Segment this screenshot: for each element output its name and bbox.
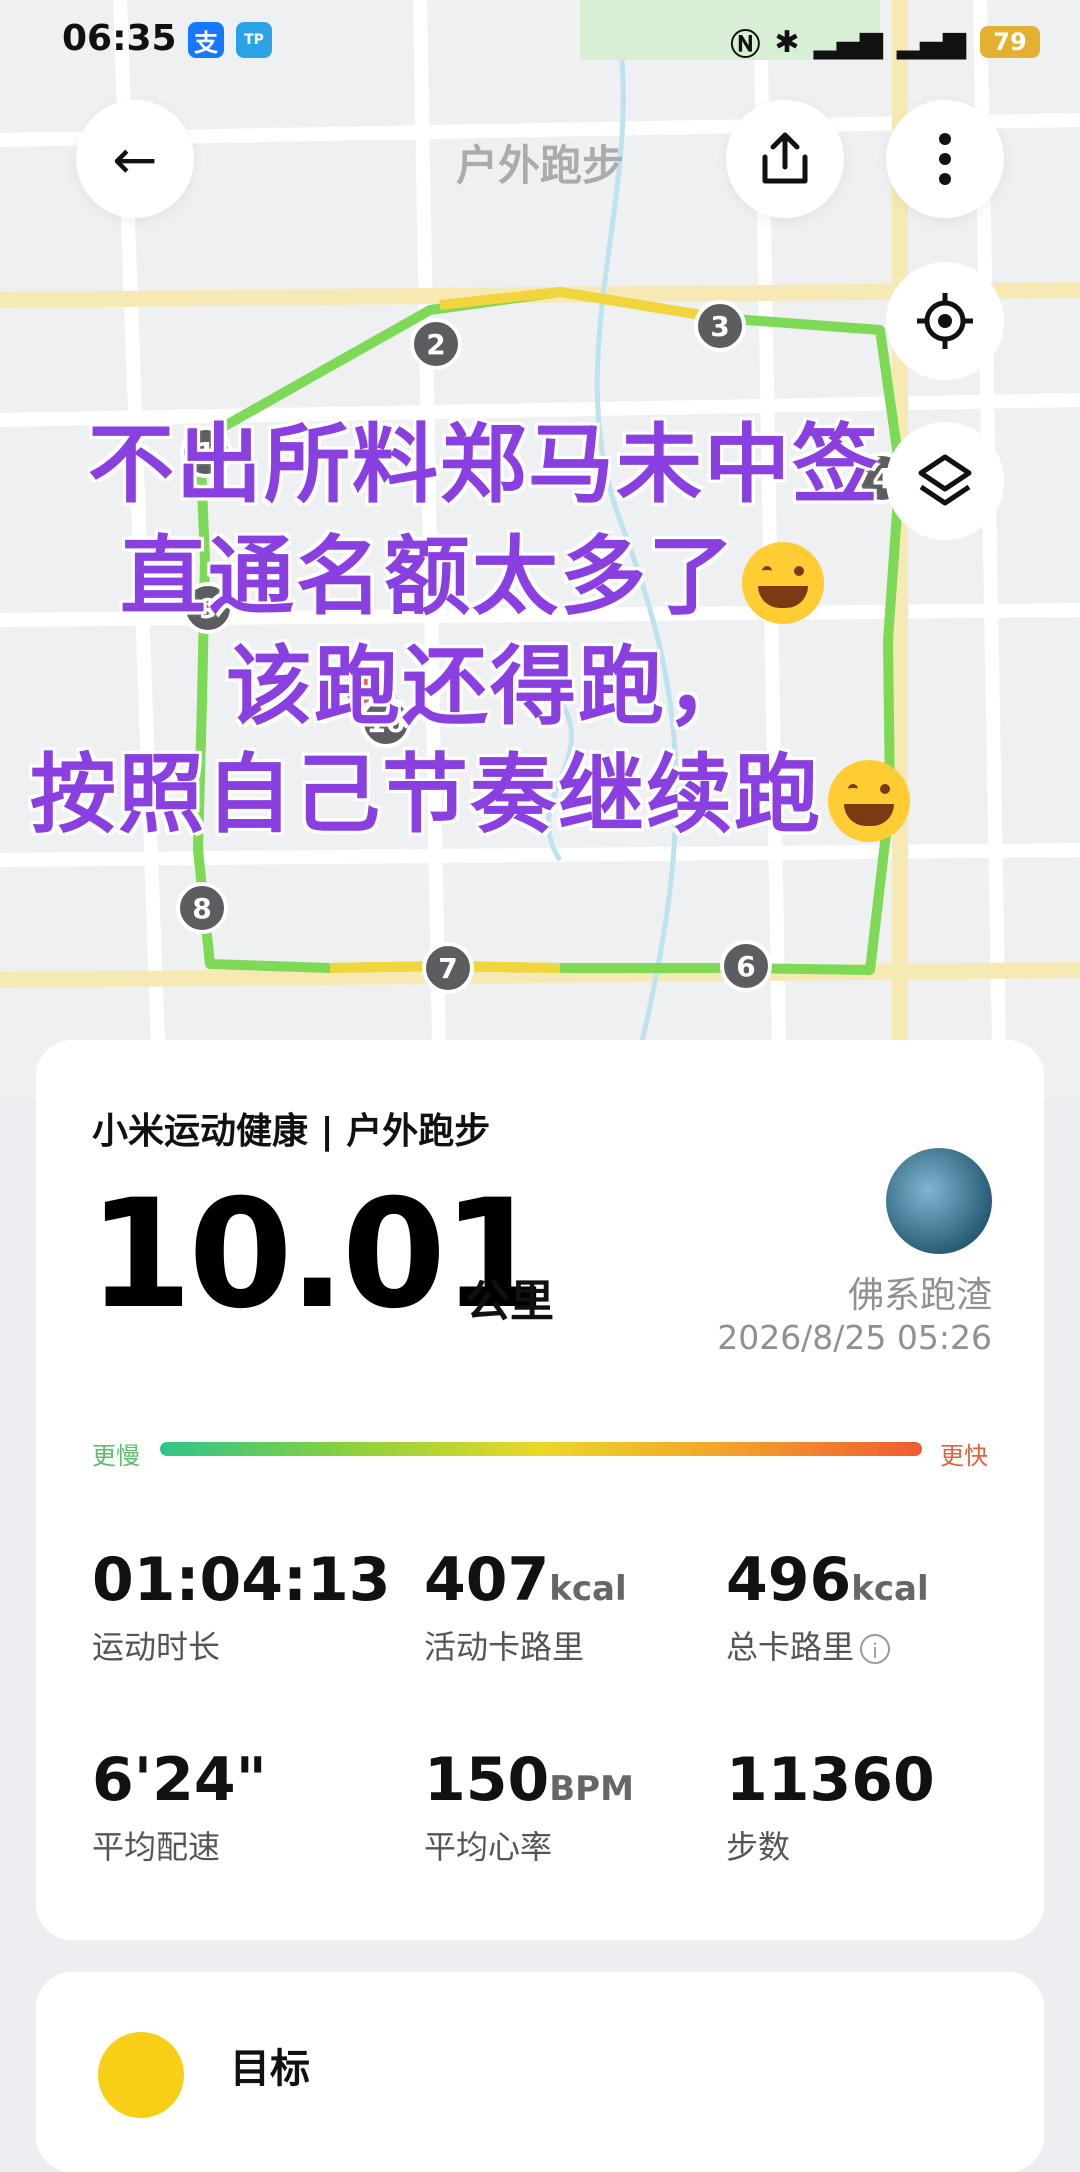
stat-total-calories[interactable]: 496kcal 总卡路里 i xyxy=(726,1550,929,1668)
signal-5g-icon: ▂▄▆ xyxy=(896,24,966,60)
stat-value: 11360 xyxy=(726,1745,935,1815)
stat-label: 运动时长 xyxy=(92,1628,221,1666)
goal-card-title: 目标 xyxy=(230,2046,310,2092)
stat-avg-pace: 6'24" 平均配速 xyxy=(92,1750,267,1868)
status-bar: 06:35 支 TP Ⓝ ✱ ▂▄▆ ▂▄▆ 79 xyxy=(0,0,1080,90)
goal-card[interactable]: 目标 xyxy=(36,1972,1044,2172)
stat-value: 01:04:13 xyxy=(92,1545,391,1615)
stat-label: 活动卡路里 xyxy=(424,1628,585,1666)
distance-unit: 公里 xyxy=(466,1276,554,1327)
alipay-icon: 支 xyxy=(188,22,224,58)
pace-gradient-bar xyxy=(160,1442,922,1456)
locate-icon xyxy=(917,293,973,349)
stat-active-calories: 407kcal 活动卡路里 xyxy=(424,1550,627,1668)
stat-unit: kcal xyxy=(549,1569,627,1609)
stat-duration: 01:04:13 运动时长 xyxy=(92,1550,390,1668)
more-vertical-icon xyxy=(939,133,951,185)
km-marker: 6 xyxy=(720,940,772,992)
km-marker: 8 xyxy=(176,882,228,934)
share-icon xyxy=(762,132,808,184)
overlay-line-2: 直通名额太多了 xyxy=(0,506,1080,631)
stat-value: 150 xyxy=(424,1745,550,1815)
nfc-icon: Ⓝ xyxy=(730,28,761,63)
locate-button[interactable] xyxy=(886,262,1004,380)
workout-datetime: 2026/8/25 05:26 xyxy=(717,1318,992,1357)
more-button[interactable] xyxy=(886,100,1004,218)
stat-unit: BPM xyxy=(549,1769,634,1809)
km-marker: 2 xyxy=(410,318,462,370)
stat-value: 6'24" xyxy=(92,1745,267,1815)
avatar[interactable] xyxy=(886,1148,992,1254)
stat-label: 步数 xyxy=(726,1828,791,1866)
workout-type-label: 小米运动健康 | 户外跑步 xyxy=(92,1111,491,1152)
faster-label: 更快 xyxy=(940,1442,988,1470)
bluetooth-icon: ✱ xyxy=(774,24,800,60)
km-marker: 3 xyxy=(694,300,746,352)
username: 佛系跑渣 xyxy=(847,1275,992,1316)
stat-avg-heart-rate: 150BPM 平均心率 xyxy=(424,1750,634,1868)
workout-summary-card: 小米运动健康 | 户外跑步 10.01 公里 佛系跑渣 2026/8/25 05… xyxy=(36,1040,1044,1940)
slower-label: 更慢 xyxy=(92,1442,140,1470)
laughing-emoji-icon xyxy=(828,759,910,842)
stat-label: 平均配速 xyxy=(92,1828,221,1866)
tplink-icon: TP xyxy=(236,22,272,58)
overlay-line-3: 该跑还得跑， xyxy=(226,637,754,737)
stat-label: 平均心率 xyxy=(424,1828,553,1866)
stat-steps: 11360 步数 xyxy=(726,1750,935,1868)
battery-indicator: 79 xyxy=(980,26,1040,58)
laughing-emoji-icon xyxy=(742,541,824,624)
info-icon[interactable]: i xyxy=(860,1634,891,1664)
overlay-line-4: 按照自己节奏继续跑 xyxy=(0,724,1080,849)
stat-unit: kcal xyxy=(851,1569,929,1609)
km-marker: 7 xyxy=(422,942,474,994)
goal-icon xyxy=(98,2032,184,2118)
stat-value: 496 xyxy=(726,1545,852,1615)
signal-5g-icon: ▂▄▆ xyxy=(813,24,883,60)
stat-label: 总卡路里 xyxy=(726,1628,855,1666)
share-button[interactable] xyxy=(726,100,844,218)
overlay-line-1: 不出所料郑马未中签 xyxy=(88,415,880,515)
status-time: 06:35 xyxy=(62,18,177,59)
stat-value: 407 xyxy=(424,1545,550,1615)
